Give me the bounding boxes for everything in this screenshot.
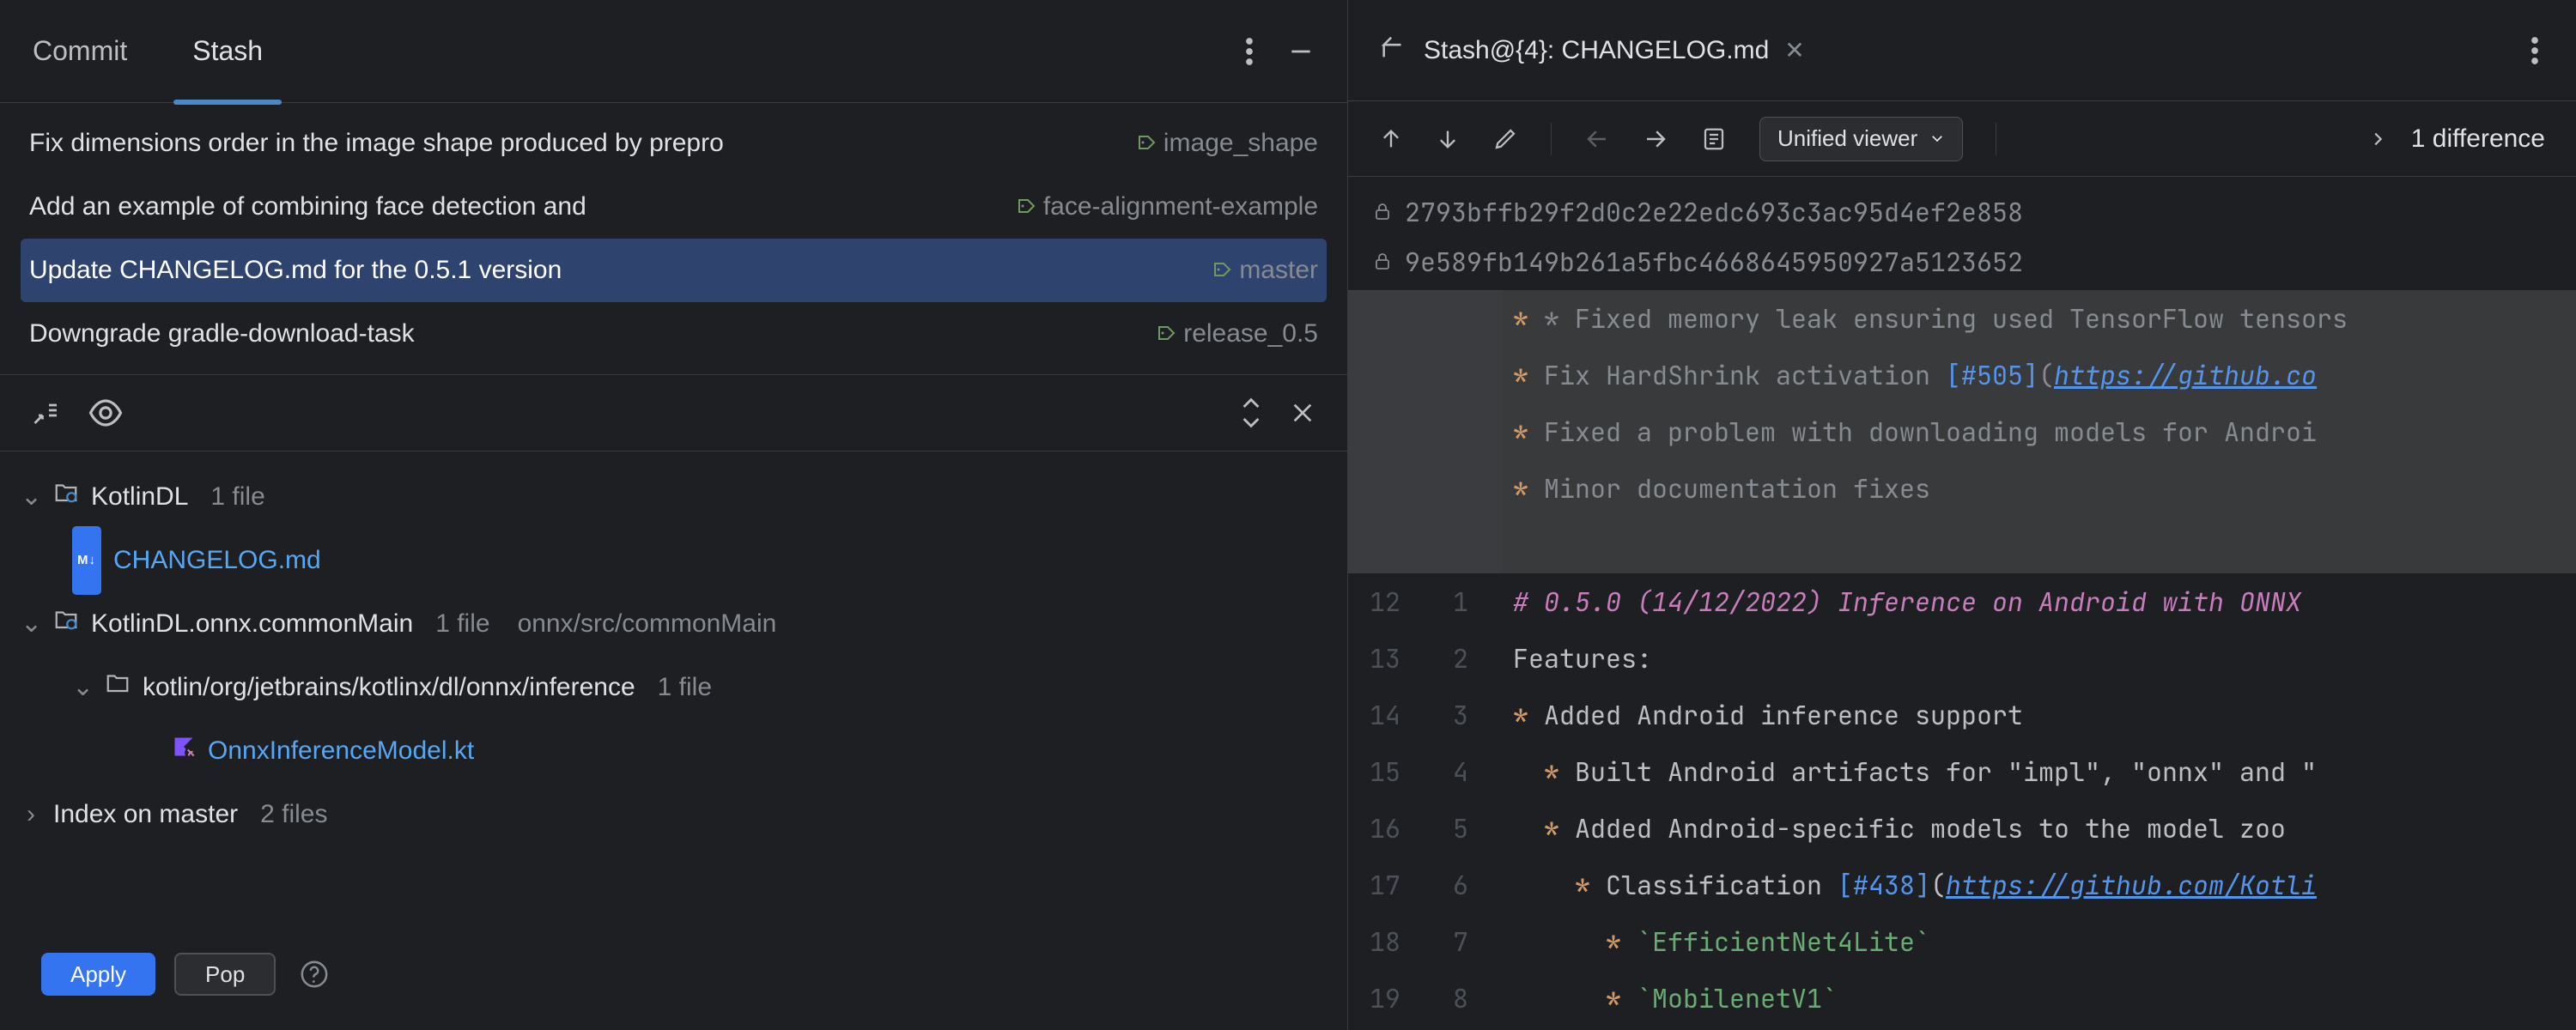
tree-file-onnx[interactable]: OnnxInferenceModel.kt	[21, 719, 1327, 783]
back-arrow-icon	[1379, 33, 1408, 68]
tree-module[interactable]: ⌄ KotlinDL 1 file	[21, 465, 1327, 529]
lock-icon	[1372, 245, 1393, 279]
chevron-down-icon	[1929, 125, 1945, 152]
prev-diff-icon[interactable]	[1379, 127, 1403, 151]
commit-hash[interactable]: 9e589fb149b261a5fbc4668645950927a5123652	[1405, 245, 2023, 279]
lock-icon	[1372, 195, 1393, 229]
tree-index[interactable]: › Index on master 2 files	[21, 783, 1327, 846]
markdown-file-icon: M↓	[72, 526, 101, 595]
chevron-down-icon: ⌄	[21, 465, 41, 529]
stash-msg: Update CHANGELOG.md for the 0.5.1 versio…	[29, 256, 1200, 285]
kotlin-file-icon	[172, 719, 196, 783]
collapse-all-icon[interactable]	[1289, 399, 1316, 427]
branch-tag: image_shape	[1136, 129, 1318, 158]
editor-tab[interactable]: Stash@{4}: CHANGELOG.md ✕	[1348, 0, 1829, 100]
stash-panel: Commit Stash Fix dimensions order in the…	[0, 0, 1348, 1030]
diff-code[interactable]: * * Fixed memory leak ensuring used Tens…	[1348, 290, 2576, 1030]
stash-msg: Downgrade gradle-download-task	[29, 319, 1144, 348]
stash-actions: Apply Pop	[0, 929, 1347, 1030]
tab-commit[interactable]: Commit	[33, 18, 127, 84]
tab-stash[interactable]: Stash	[192, 18, 263, 84]
minimize-icon[interactable]	[1287, 38, 1315, 65]
stash-msg: Fix dimensions order in the image shape …	[29, 129, 1124, 158]
preview-icon[interactable]	[88, 395, 124, 431]
edit-icon[interactable]	[1492, 126, 1518, 152]
file-tree-toolbar	[0, 374, 1347, 451]
chevron-down-icon: ⌄	[72, 656, 93, 719]
close-icon[interactable]: ✕	[1784, 36, 1804, 64]
branch-tag: face-alignment-example	[1016, 192, 1318, 221]
nav-forward-icon[interactable]	[1643, 126, 1668, 152]
stash-tab-bar: Commit Stash	[0, 0, 1347, 103]
diff-panel: Stash@{4}: CHANGELOG.md ✕ Unified viewer	[1348, 0, 2576, 1030]
module-icon	[53, 592, 79, 656]
editor-tab-label: Stash@{4}: CHANGELOG.md	[1424, 36, 1769, 65]
commit-hash[interactable]: 2793bffb29f2d0c2e22edc693c3ac95d4ef2e858	[1405, 195, 2023, 229]
branch-tag: master	[1212, 256, 1318, 285]
stash-entry[interactable]: Downgrade gradle-download-task release_0…	[21, 302, 1327, 366]
tree-package[interactable]: ⌄ kotlin/org/jetbrains/kotlinx/dl/onnx/i…	[21, 656, 1327, 719]
help-icon[interactable]	[300, 960, 329, 989]
branch-tag: release_0.5	[1156, 319, 1318, 348]
expand-collapse-icon[interactable]	[1239, 396, 1263, 430]
nav-back-icon	[1584, 126, 1610, 152]
stash-entry[interactable]: Add an example of combining face detecti…	[21, 175, 1327, 239]
open-file-icon[interactable]	[1701, 126, 1727, 152]
stash-msg: Add an example of combining face detecti…	[29, 192, 1004, 221]
pop-button[interactable]: Pop	[174, 953, 276, 996]
module-icon	[53, 465, 79, 529]
stash-entry[interactable]: Fix dimensions order in the image shape …	[21, 112, 1327, 175]
tree-module[interactable]: ⌄ KotlinDL.onnx.commonMain 1 file onnx/s…	[21, 592, 1327, 656]
changelist-icon[interactable]	[31, 397, 62, 428]
stash-entry-selected[interactable]: Update CHANGELOG.md for the 0.5.1 versio…	[21, 239, 1327, 302]
apply-button[interactable]: Apply	[41, 953, 155, 996]
diff-count-label: 1 difference	[2411, 124, 2545, 154]
kebab-menu-icon[interactable]	[2531, 37, 2576, 64]
stash-list: Fix dimensions order in the image shape …	[0, 103, 1347, 374]
kebab-menu-icon[interactable]	[1246, 38, 1253, 65]
commit-hashes: 2793bffb29f2d0c2e22edc693c3ac95d4ef2e858…	[1348, 177, 2576, 290]
folder-icon	[105, 656, 131, 719]
viewer-mode-dropdown[interactable]: Unified viewer	[1759, 117, 1963, 161]
chevron-right-icon[interactable]	[2368, 130, 2387, 148]
changed-files-tree: ⌄ KotlinDL 1 file M↓ CHANGELOG.md ⌄ Kotl…	[0, 451, 1347, 929]
diff-toolbar: Unified viewer 1 difference	[1348, 101, 2576, 177]
tree-file-changelog[interactable]: M↓ CHANGELOG.md	[21, 529, 1327, 592]
next-diff-icon[interactable]	[1436, 127, 1460, 151]
chevron-right-icon: ›	[21, 783, 41, 846]
chevron-down-icon: ⌄	[21, 592, 41, 656]
editor-tab-bar: Stash@{4}: CHANGELOG.md ✕	[1348, 0, 2576, 101]
